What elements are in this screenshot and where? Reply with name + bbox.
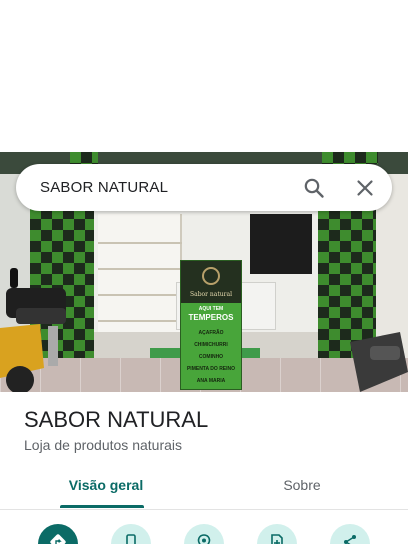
action-row	[0, 520, 408, 544]
sign-item: PIMENTA DO REINO	[186, 366, 236, 372]
sign-logo-icon	[202, 267, 220, 285]
sign-item-list: AÇAFRÃO CHIMICHURRI COMINHO PIMENTA DO R…	[181, 327, 241, 387]
search-input[interactable]: SABOR NATURAL	[40, 164, 168, 211]
map-blank-area	[0, 0, 408, 152]
save-place-icon	[197, 534, 211, 544]
search-bar[interactable]: SABOR NATURAL	[16, 164, 392, 211]
photo-sign: Sabor natural AQUI TEM TEMPEROS AÇAFRÃO …	[180, 260, 242, 390]
sign-brand: Sabor natural	[190, 291, 232, 298]
close-icon[interactable]	[353, 176, 377, 200]
share-icon	[344, 535, 356, 544]
sign-item: ANA MARIA	[196, 378, 226, 384]
sign-heading: TEMPEROS	[188, 313, 234, 322]
photo-tile-pattern	[322, 152, 378, 164]
share-button[interactable]	[330, 524, 370, 544]
sign-item: CHIMICHURRI	[194, 342, 228, 348]
save-button[interactable]	[184, 524, 224, 544]
tab-selected-indicator	[60, 505, 144, 508]
tab-bar: Visão geral Sobre	[0, 470, 408, 510]
tab-overview[interactable]: Visão geral	[48, 470, 164, 510]
add-photo-icon	[271, 534, 283, 544]
photo-tile-pattern	[70, 152, 98, 164]
phone-icon	[126, 534, 136, 544]
motorcycle-left	[0, 268, 66, 392]
place-title: SABOR NATURAL	[24, 407, 209, 432]
call-button[interactable]	[111, 524, 151, 544]
sign-header: Sabor natural	[181, 261, 241, 303]
sign-heading-small: AQUI TEM	[198, 306, 224, 312]
photo-shelf-line	[98, 242, 182, 244]
motorcycle-right	[350, 332, 408, 392]
photo-shelf-line	[98, 294, 182, 296]
sign-item: AÇAFRÃO	[198, 330, 224, 336]
directions-button[interactable]	[38, 524, 78, 544]
place-category: Loja de produtos naturais	[24, 437, 182, 453]
directions-icon	[50, 534, 66, 544]
photo-door	[250, 214, 312, 274]
sign-item: COMINHO	[198, 354, 224, 360]
tab-about[interactable]: Sobre	[250, 470, 354, 510]
add-photo-button[interactable]	[257, 524, 297, 544]
photo-shelf-line	[98, 320, 182, 322]
photo-shelf-line	[98, 268, 182, 270]
search-icon[interactable]	[302, 176, 326, 200]
